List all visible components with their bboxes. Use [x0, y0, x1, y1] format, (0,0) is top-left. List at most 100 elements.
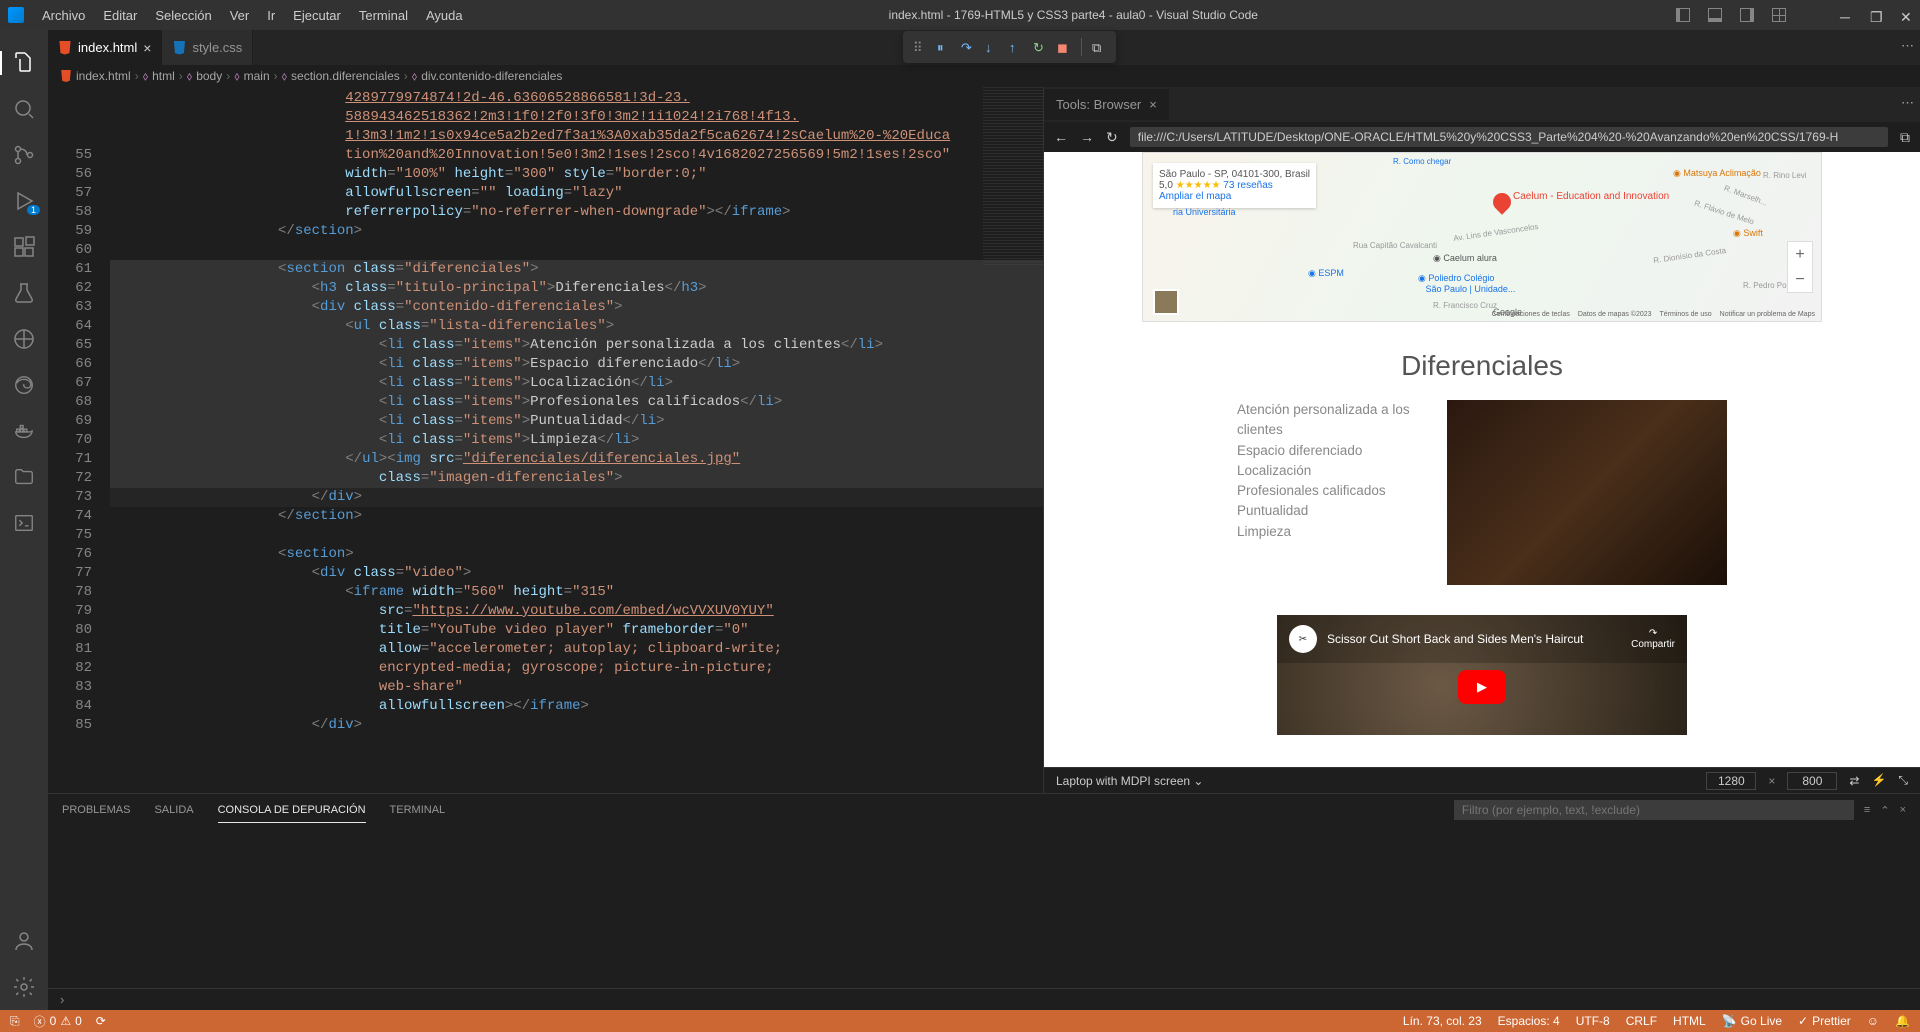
road-label: Rua Capitão Cavalcanti: [1353, 241, 1437, 250]
go-live[interactable]: 📡 Go Live: [1722, 1014, 1782, 1028]
close-panel-icon[interactable]: ×: [1900, 804, 1906, 816]
spaces[interactable]: Espacios: 4: [1498, 1014, 1560, 1028]
play-icon[interactable]: ▶: [1458, 670, 1506, 704]
breadcrumbs-bottom[interactable]: ›: [48, 988, 1920, 1010]
browser-pane: Tools: Browser × ⋯ ← → ↻ ⧉ São Paulo - S…: [1043, 87, 1920, 793]
errors-warnings[interactable]: ⓧ 0 ⚠ 0: [34, 1013, 82, 1030]
menu-archivo[interactable]: Archivo: [34, 4, 93, 27]
tab-consola[interactable]: CONSOLA DE DEPURACIÓN: [218, 798, 366, 823]
status-bar: ⎘ ⓧ 0 ⚠ 0 ⟳ Lín. 73, col. 23 Espacios: 4…: [0, 1010, 1920, 1032]
code-editor[interactable]: 5556575859606162636465666768697071727374…: [48, 87, 1043, 793]
encoding[interactable]: UTF-8: [1576, 1014, 1610, 1028]
browser-more-icon[interactable]: ⋯: [1901, 95, 1914, 111]
drag-icon[interactable]: ⤡: [1898, 773, 1908, 788]
source-control-icon[interactable]: [12, 143, 36, 167]
zoom-out-icon[interactable]: −: [1795, 271, 1804, 289]
crumb-file[interactable]: index.html: [60, 69, 131, 83]
tab-terminal[interactable]: TERMINAL: [390, 798, 446, 822]
pause-icon[interactable]: ⏸: [937, 40, 951, 54]
menu-ayuda[interactable]: Ayuda: [418, 4, 471, 27]
tab-index-html[interactable]: index.html ×: [48, 30, 162, 65]
layout-right-icon[interactable]: [1740, 8, 1754, 22]
open-external-icon[interactable]: ⧉: [1900, 129, 1910, 146]
crumb-body[interactable]: ⬨body: [187, 69, 222, 84]
filter-input[interactable]: [1454, 800, 1854, 820]
menu-editar[interactable]: Editar: [95, 4, 145, 27]
menu-ejecutar[interactable]: Ejecutar: [285, 4, 349, 27]
step-into-icon[interactable]: ↓: [985, 40, 999, 54]
step-out-icon[interactable]: ↑: [1009, 40, 1023, 54]
testing-icon[interactable]: [12, 281, 36, 305]
bell-icon[interactable]: 🔔: [1895, 1014, 1910, 1028]
wand-icon[interactable]: ⚡: [1871, 773, 1886, 788]
tab-style-css[interactable]: style.css: [162, 30, 253, 65]
forward-icon[interactable]: →: [1080, 129, 1094, 145]
tab-tools-browser[interactable]: Tools: Browser ×: [1044, 89, 1169, 120]
url-bar[interactable]: [1130, 127, 1888, 147]
share-icon[interactable]: ↷Compartir: [1631, 628, 1675, 650]
debug-status-icon[interactable]: ⟳: [96, 1014, 106, 1028]
crumb-main[interactable]: ⬨main: [234, 69, 269, 84]
preview-map[interactable]: São Paulo - SP, 04101-300, Brasil 5,0 ★★…: [1142, 152, 1822, 322]
stop-icon[interactable]: ◼: [1057, 40, 1071, 54]
width-input[interactable]: [1706, 772, 1756, 790]
tab-problemas[interactable]: PROBLEMAS: [62, 798, 130, 822]
crumb-div[interactable]: ⬨div.contenido-diferenciales: [412, 69, 563, 84]
restart-icon[interactable]: ↻: [1033, 40, 1047, 54]
folder-icon[interactable]: [12, 465, 36, 489]
pegman-icon[interactable]: [1153, 289, 1179, 315]
feedback-icon[interactable]: ☺: [1867, 1014, 1879, 1028]
tab-salida[interactable]: SALIDA: [154, 798, 193, 822]
menu-ir[interactable]: Ir: [259, 4, 283, 27]
menu-terminal[interactable]: Terminal: [351, 4, 416, 27]
extensions-icon[interactable]: [12, 235, 36, 259]
step-over-icon[interactable]: ↷: [961, 40, 975, 54]
edge-icon[interactable]: [12, 373, 36, 397]
maximize-icon[interactable]: ❐: [1870, 9, 1882, 21]
remote-icon[interactable]: ⎘: [10, 1014, 20, 1029]
explorer-icon[interactable]: [12, 51, 36, 75]
road-label: Av. Lins de Vasconcelos: [1453, 222, 1539, 243]
menu-ver[interactable]: Ver: [222, 4, 258, 27]
back-icon[interactable]: ←: [1054, 129, 1068, 145]
run-debug-icon[interactable]: 1: [12, 189, 36, 213]
settings-gear-icon[interactable]: [12, 975, 36, 999]
editor-more-icon[interactable]: ⋯: [1901, 38, 1914, 54]
eol[interactable]: CRLF: [1626, 1014, 1657, 1028]
collapse-icon[interactable]: ⌃: [1880, 804, 1889, 817]
layout-bottom-icon[interactable]: [1708, 8, 1722, 22]
console-icon[interactable]: [12, 511, 36, 535]
device-select[interactable]: Laptop with MDPI screen ⌄: [1056, 774, 1203, 788]
height-input[interactable]: [1787, 772, 1837, 790]
debug-toolbar[interactable]: ⠿ ⏸ ↷ ↓ ↑ ↻ ◼ ⧉: [903, 31, 1116, 63]
preview-viewport[interactable]: São Paulo - SP, 04101-300, Brasil 5,0 ★★…: [1044, 152, 1920, 767]
preview-image: [1447, 400, 1727, 585]
prettier[interactable]: ✓ Prettier: [1798, 1014, 1851, 1028]
search-icon[interactable]: [12, 97, 36, 121]
zoom-in-icon[interactable]: +: [1795, 246, 1804, 264]
bottom-panel: PROBLEMAS SALIDA CONSOLA DE DEPURACIÓN T…: [48, 793, 1920, 988]
layout-grid-icon[interactable]: [1772, 8, 1786, 22]
live-server-icon[interactable]: [12, 327, 36, 351]
language-mode[interactable]: HTML: [1673, 1014, 1706, 1028]
docker-icon[interactable]: [12, 419, 36, 443]
menu-seleccion[interactable]: Selección: [147, 4, 219, 27]
tab-close-icon[interactable]: ×: [1149, 97, 1157, 112]
crumb-html[interactable]: ⬨html: [143, 69, 175, 84]
line-col[interactable]: Lín. 73, col. 23: [1403, 1014, 1482, 1028]
accounts-icon[interactable]: [12, 929, 36, 953]
crumb-section[interactable]: ⬨section.diferenciales: [282, 69, 400, 84]
preview-video[interactable]: ✂ Scissor Cut Short Back and Sides Men's…: [1277, 615, 1687, 735]
swap-icon[interactable]: ⇄: [1849, 774, 1859, 788]
drag-handle-icon[interactable]: ⠿: [913, 40, 927, 54]
layout-left-icon[interactable]: [1676, 8, 1690, 22]
code-content[interactable]: 4289779974874!2d-46.63606528866581!3d-23…: [110, 87, 1043, 793]
tab-close-icon[interactable]: ×: [143, 40, 151, 56]
minimap[interactable]: [983, 87, 1043, 267]
filter-settings-icon[interactable]: ≡: [1864, 804, 1870, 816]
map-zoom[interactable]: +−: [1787, 241, 1813, 293]
reload-icon[interactable]: ↻: [1106, 129, 1118, 146]
close-icon[interactable]: ✕: [1900, 9, 1912, 21]
devtools-icon[interactable]: ⧉: [1092, 40, 1106, 54]
minimize-icon[interactable]: ─: [1840, 9, 1852, 21]
